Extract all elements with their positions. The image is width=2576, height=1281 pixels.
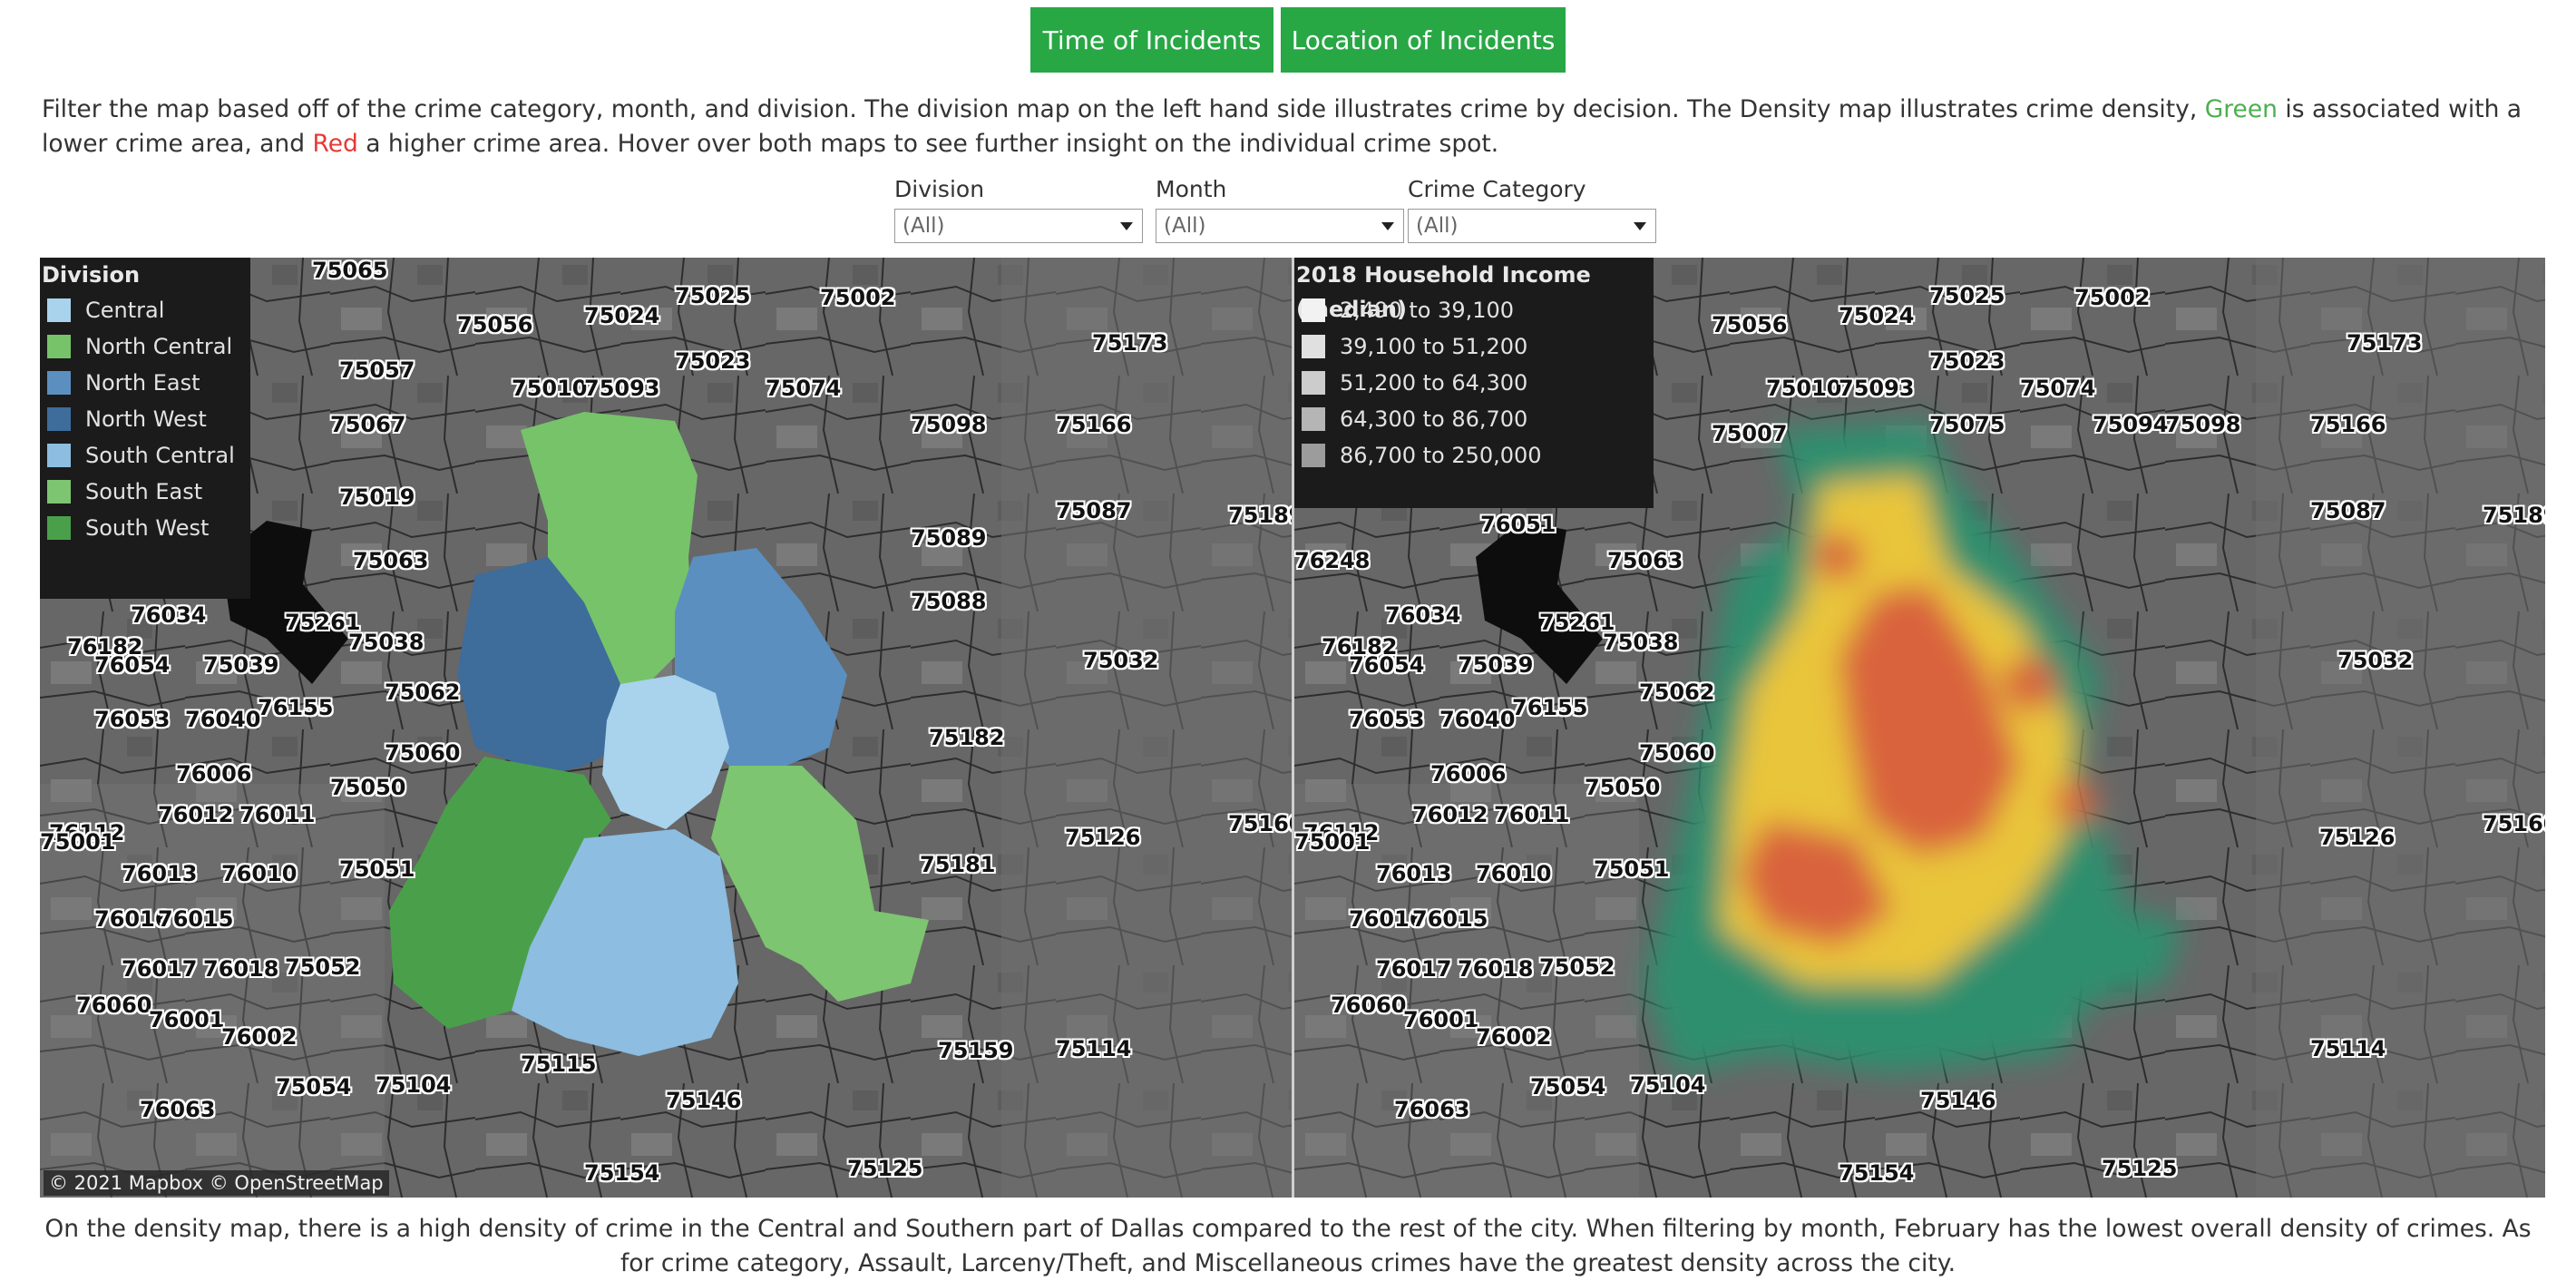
time-of-incidents-button[interactable]: Time of Incidents xyxy=(1030,7,1273,73)
division-legend-swatch xyxy=(47,480,71,504)
chevron-down-icon xyxy=(1634,222,1646,230)
division-legend-swatch xyxy=(47,516,71,540)
month-filter-label: Month xyxy=(1156,176,1227,202)
income-legend-swatch xyxy=(1302,298,1325,322)
division-legend-item[interactable]: Central xyxy=(40,292,250,328)
green-highlight: Green xyxy=(2204,95,2278,123)
division-legend-item[interactable]: South East xyxy=(40,474,250,510)
month-select[interactable]: (All) xyxy=(1156,209,1404,243)
income-legend-swatch xyxy=(1302,407,1325,431)
division-legend-items: Central North Central North East North West… xyxy=(40,292,250,546)
division-legend-title: Division xyxy=(42,262,141,288)
crime-category-select-value: (All) xyxy=(1416,214,1459,238)
division-legend-item[interactable]: North West xyxy=(40,401,250,437)
division-filter-label: Division xyxy=(894,176,985,202)
income-legend-item[interactable]: 86,700 to 250,000 xyxy=(1294,437,1654,474)
chevron-down-icon xyxy=(1381,222,1394,230)
division-legend-item[interactable]: North Central xyxy=(40,328,250,365)
description-text-1: Filter the map based off of the crime ca… xyxy=(42,95,2205,123)
division-legend-item[interactable]: South West xyxy=(40,510,250,546)
income-legend-items: 2,490 to 39,100 39,100 to 51,200 51,200 to… xyxy=(1294,292,1654,474)
division-legend-label: North East xyxy=(85,370,200,396)
division-legend-label: South West xyxy=(85,515,210,541)
income-legend-item[interactable]: 39,100 to 51,200 xyxy=(1294,328,1654,365)
description-text-3: a higher crime area. Hover over both map… xyxy=(357,130,1499,158)
month-filter: Month (All) xyxy=(1156,176,1404,243)
income-legend-swatch xyxy=(1302,335,1325,358)
division-legend-swatch xyxy=(47,371,71,395)
division-legend: Division Central North Central North East N… xyxy=(40,258,250,599)
income-legend-label: 86,700 to 250,000 xyxy=(1340,443,1542,468)
division-legend-swatch xyxy=(47,444,71,467)
income-legend: 2018 Household Income (median) 2,490 to … xyxy=(1294,258,1654,508)
chevron-down-icon xyxy=(1120,222,1133,230)
division-select[interactable]: (All) xyxy=(894,209,1143,243)
month-select-value: (All) xyxy=(1164,214,1206,238)
map-conclusion: On the density map, there is a high dens… xyxy=(44,1215,2532,1277)
density-map[interactable]: 75056 75024 75025 75002 75173 75023 75010 75093… xyxy=(1294,258,2545,1198)
income-legend-title: 2018 Household Income (median) xyxy=(1296,262,1591,322)
income-legend-label: 51,200 to 64,300 xyxy=(1340,370,1528,396)
division-legend-label: South Central xyxy=(85,443,235,468)
division-legend-swatch xyxy=(47,298,71,322)
income-legend-label: 2,490 to 39,100 xyxy=(1340,298,1515,323)
division-filter: Division (All) xyxy=(894,176,1143,243)
division-legend-label: Central xyxy=(85,298,165,323)
location-of-incidents-button[interactable]: Location of Incidents xyxy=(1281,7,1566,73)
income-legend-swatch xyxy=(1302,444,1325,467)
division-select-value: (All) xyxy=(903,214,945,238)
division-legend-swatch xyxy=(47,407,71,431)
red-highlight: Red xyxy=(312,130,358,158)
map-attribution[interactable]: © 2021 Mapbox © OpenStreetMap xyxy=(44,1170,389,1196)
division-legend-label: North West xyxy=(85,406,207,432)
division-map[interactable]: 75065 75056 75024 75025 75002 75173 75057 75023… xyxy=(40,258,1292,1198)
income-legend-label: 39,100 to 51,200 xyxy=(1340,334,1528,359)
crime-category-filter: Crime Category (All) xyxy=(1408,176,1656,243)
division-legend-item[interactable]: North East xyxy=(40,365,250,401)
division-legend-label: South East xyxy=(85,479,203,504)
division-legend-label: North Central xyxy=(85,334,233,359)
income-legend-swatch xyxy=(1302,371,1325,395)
income-legend-item[interactable]: 64,300 to 86,700 xyxy=(1294,401,1654,437)
crime-category-select[interactable]: (All) xyxy=(1408,209,1656,243)
income-legend-item[interactable]: 51,200 to 64,300 xyxy=(1294,365,1654,401)
division-legend-item[interactable]: South Central xyxy=(40,437,250,474)
map-description: Filter the map based off of the crime ca… xyxy=(42,93,2545,161)
income-legend-label: 64,300 to 86,700 xyxy=(1340,406,1528,432)
crime-category-filter-label: Crime Category xyxy=(1408,176,1586,202)
division-legend-swatch xyxy=(47,335,71,358)
